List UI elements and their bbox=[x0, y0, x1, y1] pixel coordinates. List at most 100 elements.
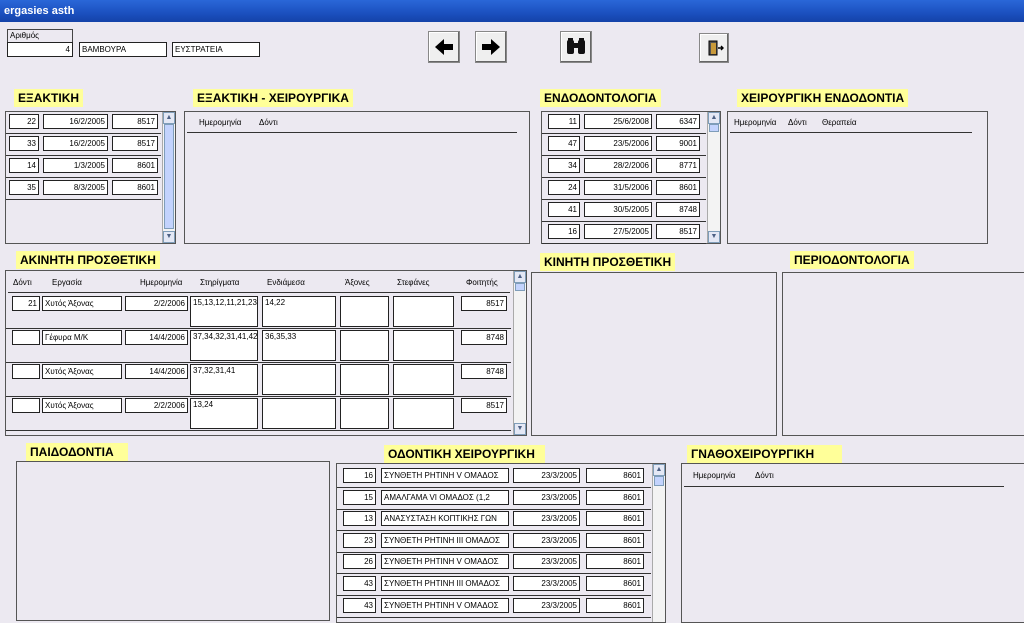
date-cell[interactable]: 2/2/2006 bbox=[125, 398, 188, 413]
firstname-field[interactable]: ΕΥΣΤΡΑΤΕΙΑ bbox=[172, 42, 260, 57]
date-cell[interactable]: 23/3/2005 bbox=[513, 576, 580, 591]
scroll-up-icon[interactable]: ▲ bbox=[653, 464, 665, 476]
student-cell[interactable]: 8601 bbox=[586, 597, 644, 613]
treatment-cell[interactable]: ΣΥΝΘΕΤΗ ΡΗΤΙΝΗ V ΟΜΑΔΟΣ bbox=[381, 597, 509, 613]
date-cell[interactable]: 23/5/2006 bbox=[584, 136, 652, 151]
student-cell[interactable]: 8601 bbox=[112, 158, 158, 173]
date-cell[interactable]: 23/3/2005 bbox=[513, 554, 580, 570]
axes-cell[interactable] bbox=[340, 398, 389, 429]
work-cell[interactable]: Γέφυρα Μ/Κ bbox=[42, 330, 122, 345]
scroll-thumb[interactable] bbox=[709, 124, 719, 132]
tooth-cell[interactable] bbox=[12, 364, 40, 379]
tooth-cell[interactable]: 11 bbox=[548, 114, 580, 129]
tooth-cell[interactable]: 15 bbox=[343, 489, 376, 505]
previous-record-button[interactable] bbox=[428, 31, 460, 63]
exit-button[interactable] bbox=[699, 33, 729, 63]
abutments-cell[interactable]: 13,24 bbox=[190, 398, 258, 429]
date-cell[interactable]: 23/3/2005 bbox=[513, 597, 580, 613]
crowns-cell[interactable] bbox=[393, 398, 454, 429]
odontiki-scrollbar[interactable]: ▲ bbox=[652, 464, 665, 622]
date-cell[interactable]: 23/3/2005 bbox=[513, 532, 580, 548]
intermediate-cell[interactable]: 14,22 bbox=[262, 296, 336, 327]
date-cell[interactable]: 25/6/2008 bbox=[584, 114, 652, 129]
tooth-cell[interactable]: 43 bbox=[343, 576, 376, 591]
student-cell[interactable]: 8601 bbox=[656, 180, 700, 195]
student-cell[interactable]: 8601 bbox=[586, 511, 644, 527]
tooth-cell[interactable]: 16 bbox=[548, 224, 580, 239]
surname-field[interactable]: ΒΑΜΒΟΥΡΑ bbox=[79, 42, 167, 57]
axes-cell[interactable] bbox=[340, 364, 389, 395]
date-cell[interactable]: 1/3/2005 bbox=[43, 158, 108, 173]
student-cell[interactable]: 8517 bbox=[112, 136, 158, 151]
scroll-thumb[interactable] bbox=[164, 124, 174, 229]
scroll-down-icon[interactable]: ▼ bbox=[514, 423, 526, 435]
treatment-cell[interactable]: ΣΥΝΘΕΤΗ ΡΗΤΙΝΗ V ΟΜΑΔΟΣ bbox=[381, 554, 509, 570]
tooth-cell[interactable]: 43 bbox=[343, 597, 376, 613]
student-cell[interactable]: 8517 bbox=[112, 114, 158, 129]
scroll-up-icon[interactable]: ▲ bbox=[514, 271, 526, 283]
treatment-cell[interactable]: ΣΥΝΘΕΤΗ ΡΗΤΙΝΗ III ΟΜΑΔΟΣ bbox=[381, 576, 509, 591]
treatment-cell[interactable]: ΑΝΑΣΥΣΤΑΣΗ ΚΟΠΤΙΚΗΣ ΓΩΝ bbox=[381, 511, 509, 527]
tooth-cell[interactable]: 24 bbox=[548, 180, 580, 195]
intermediate-cell[interactable]: 36,35,33 bbox=[262, 330, 336, 361]
student-cell[interactable]: 8517 bbox=[461, 398, 507, 413]
axes-cell[interactable] bbox=[340, 296, 389, 327]
work-cell[interactable]: Χυτός Άξονας bbox=[42, 364, 122, 379]
scroll-thumb[interactable] bbox=[654, 476, 664, 486]
treatment-cell[interactable]: ΑΜΑΛΓΑΜΑ VI ΟΜΑΔΟΣ (1,2 bbox=[381, 489, 509, 505]
tooth-cell[interactable]: 26 bbox=[343, 554, 376, 570]
next-record-button[interactable] bbox=[475, 31, 507, 63]
tooth-cell[interactable]: 47 bbox=[548, 136, 580, 151]
date-cell[interactable]: 14/4/2006 bbox=[125, 364, 188, 379]
tooth-cell[interactable]: 16 bbox=[343, 468, 376, 483]
student-cell[interactable]: 8517 bbox=[656, 224, 700, 239]
scroll-up-icon[interactable]: ▲ bbox=[708, 112, 720, 124]
abutments-cell[interactable]: 15,13,12,11,21,23,24 bbox=[190, 296, 258, 327]
date-cell[interactable]: 16/2/2005 bbox=[43, 114, 108, 129]
abutments-cell[interactable]: 37,32,31,41 bbox=[190, 364, 258, 395]
student-cell[interactable]: 8748 bbox=[461, 330, 507, 345]
treatment-cell[interactable]: ΣΥΝΘΕΤΗ ΡΗΤΙΝΗ III ΟΜΑΔΟΣ bbox=[381, 532, 509, 548]
crowns-cell[interactable] bbox=[393, 364, 454, 395]
work-cell[interactable]: Χυτός Άξονας bbox=[42, 296, 122, 311]
student-cell[interactable]: 8601 bbox=[586, 489, 644, 505]
tooth-cell[interactable]: 23 bbox=[343, 532, 376, 548]
tooth-cell[interactable]: 14 bbox=[9, 158, 39, 173]
date-cell[interactable]: 30/5/2005 bbox=[584, 202, 652, 217]
student-cell[interactable]: 8601 bbox=[586, 532, 644, 548]
scroll-down-icon[interactable]: ▼ bbox=[708, 231, 720, 243]
date-cell[interactable]: 23/3/2005 bbox=[513, 511, 580, 527]
arithmos-field[interactable]: 4 bbox=[7, 42, 73, 57]
work-cell[interactable]: Χυτός Άξονας bbox=[42, 398, 122, 413]
scroll-up-icon[interactable]: ▲ bbox=[163, 112, 175, 124]
date-cell[interactable]: 14/4/2006 bbox=[125, 330, 188, 345]
scroll-thumb[interactable] bbox=[515, 283, 525, 291]
student-cell[interactable]: 8601 bbox=[586, 576, 644, 591]
date-cell[interactable]: 28/2/2006 bbox=[584, 158, 652, 173]
abutments-cell[interactable]: 37,34,32,31,41,42 bbox=[190, 330, 258, 361]
student-cell[interactable]: 8748 bbox=[461, 364, 507, 379]
student-cell[interactable]: 8601 bbox=[586, 468, 644, 483]
date-cell[interactable]: 23/3/2005 bbox=[513, 489, 580, 505]
axes-cell[interactable] bbox=[340, 330, 389, 361]
tooth-cell[interactable]: 35 bbox=[9, 180, 39, 195]
crowns-cell[interactable] bbox=[393, 296, 454, 327]
tooth-cell[interactable]: 33 bbox=[9, 136, 39, 151]
student-cell[interactable]: 8601 bbox=[112, 180, 158, 195]
student-cell[interactable]: 8517 bbox=[461, 296, 507, 311]
scroll-down-icon[interactable]: ▼ bbox=[163, 231, 175, 243]
date-cell[interactable]: 2/2/2006 bbox=[125, 296, 188, 311]
date-cell[interactable]: 8/3/2005 bbox=[43, 180, 108, 195]
exaktiki-scrollbar[interactable]: ▲ ▼ bbox=[162, 112, 175, 243]
date-cell[interactable]: 16/2/2005 bbox=[43, 136, 108, 151]
student-cell[interactable]: 8601 bbox=[586, 554, 644, 570]
tooth-cell[interactable]: 41 bbox=[548, 202, 580, 217]
intermediate-cell[interactable] bbox=[262, 398, 336, 429]
tooth-cell[interactable] bbox=[12, 330, 40, 345]
student-cell[interactable]: 8771 bbox=[656, 158, 700, 173]
tooth-cell[interactable] bbox=[12, 398, 40, 413]
date-cell[interactable]: 31/5/2006 bbox=[584, 180, 652, 195]
treatment-cell[interactable]: ΣΥΝΘΕΤΗ ΡΗΤΙΝΗ V ΟΜΑΔΟΣ bbox=[381, 468, 509, 483]
endo-scrollbar[interactable]: ▲ ▼ bbox=[707, 112, 720, 243]
student-cell[interactable]: 9001 bbox=[656, 136, 700, 151]
